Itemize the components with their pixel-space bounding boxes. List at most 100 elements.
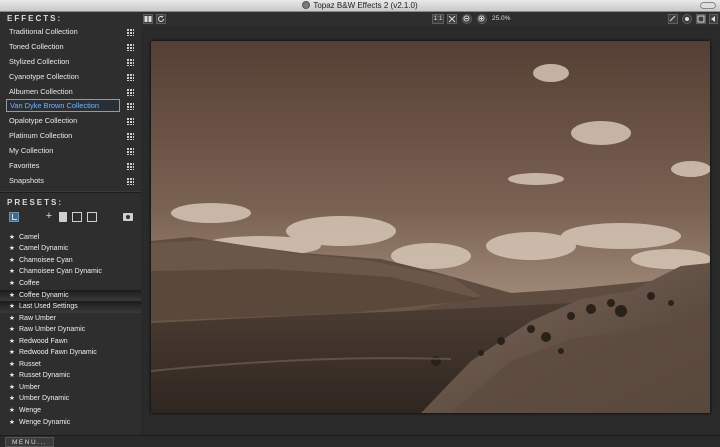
preset-item[interactable]: ★ Raw Umber Dynamic bbox=[0, 324, 141, 336]
preset-item[interactable]: ★ Camel bbox=[0, 232, 141, 244]
zoom-1to1-button[interactable]: 1:1 bbox=[432, 14, 444, 24]
effect-collection-item[interactable]: My Collection bbox=[0, 144, 141, 159]
effect-collection-item[interactable]: Stylized Collection bbox=[0, 55, 141, 70]
presets-toolbar: + bbox=[0, 209, 141, 229]
add-preset-icon[interactable]: + bbox=[44, 210, 54, 222]
favorite-star-icon[interactable]: ★ bbox=[9, 324, 16, 336]
preset-label: Chamoisee Cyan Dynamic bbox=[19, 268, 102, 276]
effect-collection-label: Toned Collection bbox=[9, 41, 64, 51]
preset-item[interactable]: ★ Coffee Dynamic bbox=[0, 289, 141, 302]
effects-header: EFFECTS: bbox=[7, 14, 63, 23]
effect-collection-item[interactable]: Cyanotype Collection bbox=[0, 70, 141, 85]
effect-collection-item[interactable]: Van Dyke Brown Collection bbox=[0, 99, 141, 114]
grid-view-icon[interactable] bbox=[127, 148, 134, 156]
favorite-star-icon[interactable]: ★ bbox=[9, 417, 16, 429]
favorite-star-icon[interactable]: ★ bbox=[9, 301, 16, 313]
left-panel: EFFECTS: Traditional Collection Toned Col… bbox=[0, 12, 141, 435]
favorite-star-icon[interactable]: ★ bbox=[9, 290, 16, 302]
grid-view-icon[interactable] bbox=[127, 163, 134, 171]
effect-collection-label: Van Dyke Brown Collection bbox=[6, 99, 120, 113]
favorite-star-icon[interactable]: ★ bbox=[9, 393, 16, 405]
refresh-icon[interactable] bbox=[156, 14, 166, 24]
grid-view-icon[interactable] bbox=[127, 88, 134, 96]
grid-view-icon[interactable] bbox=[127, 177, 134, 185]
preset-label: Last Used Settings bbox=[19, 303, 78, 311]
grid-view-icon[interactable] bbox=[127, 133, 134, 141]
favorite-star-icon[interactable]: ★ bbox=[9, 266, 16, 278]
preset-label: Camel bbox=[19, 233, 40, 241]
favorite-star-icon[interactable]: ★ bbox=[9, 347, 16, 359]
grid-view-icon[interactable] bbox=[127, 103, 134, 111]
preset-label: Umber Dynamic bbox=[19, 395, 70, 403]
effects-list: Traditional Collection Toned Collection St… bbox=[0, 25, 141, 189]
preset-label: Raw Umber Dynamic bbox=[19, 326, 86, 334]
image-toolbar: 1:1 25.0% bbox=[141, 12, 720, 26]
image-canvas[interactable] bbox=[141, 26, 720, 435]
effect-collection-item[interactable]: Traditional Collection bbox=[0, 25, 141, 40]
preset-item[interactable]: ★ Coffee bbox=[0, 278, 141, 290]
preset-item[interactable]: ★ Wenge bbox=[0, 405, 141, 417]
favorite-star-icon[interactable]: ★ bbox=[9, 336, 16, 348]
preset-label: Redwood Fawn bbox=[19, 337, 68, 345]
preview-image[interactable] bbox=[151, 41, 710, 413]
preset-label: Russet bbox=[19, 360, 41, 368]
preset-item[interactable]: ★ Redwood Fawn bbox=[0, 336, 141, 348]
preset-label: Coffee bbox=[19, 279, 40, 287]
preset-item[interactable]: ★ Russet Dynamic bbox=[0, 370, 141, 382]
favorite-star-icon[interactable]: ★ bbox=[9, 359, 16, 371]
zoom-tool-icon[interactable] bbox=[668, 14, 678, 24]
preset-item[interactable]: ★ Chamoisee Cyan Dynamic bbox=[0, 266, 141, 278]
effect-collection-item[interactable]: Albumen Collection bbox=[0, 85, 141, 100]
effect-collection-label: Snapshots bbox=[9, 175, 44, 185]
fit-to-window-icon[interactable] bbox=[447, 14, 457, 24]
preset-label: Wenge bbox=[19, 407, 42, 414]
export-file-icon[interactable] bbox=[87, 211, 97, 222]
preset-item[interactable]: ★ Wenge Dynamic bbox=[0, 417, 141, 429]
app-icon bbox=[302, 1, 311, 9]
zoom-in-icon[interactable] bbox=[477, 14, 487, 24]
import-preset-icon[interactable] bbox=[9, 211, 19, 222]
favorite-star-icon[interactable]: ★ bbox=[9, 232, 16, 244]
preview-toggle-icon[interactable] bbox=[696, 14, 706, 24]
effect-collection-item[interactable]: Favorites bbox=[0, 159, 141, 174]
effect-collection-item[interactable]: Opalotype Collection bbox=[0, 114, 141, 129]
grid-view-icon[interactable] bbox=[127, 29, 134, 36]
grid-view-icon[interactable] bbox=[127, 58, 134, 66]
preset-label: Camel Dynamic bbox=[19, 245, 69, 253]
preset-item[interactable]: ★ Redwood Fawn Dynamic bbox=[0, 347, 141, 359]
favorite-star-icon[interactable]: ★ bbox=[9, 278, 16, 290]
grid-view-icon[interactable] bbox=[127, 73, 134, 81]
zoom-out-icon[interactable] bbox=[462, 14, 472, 24]
snapshot-camera-icon[interactable] bbox=[123, 212, 133, 221]
close-panel-icon[interactable] bbox=[709, 14, 718, 24]
favorite-star-icon[interactable]: ★ bbox=[9, 255, 16, 267]
preset-item[interactable]: ★ Chamoisee Cyan bbox=[0, 255, 141, 267]
effect-collection-label: My Collection bbox=[9, 146, 54, 156]
toolbar-toggle-button[interactable] bbox=[700, 2, 716, 9]
preset-item[interactable]: ★ Umber bbox=[0, 382, 141, 394]
effect-collection-item[interactable]: Toned Collection bbox=[0, 40, 141, 55]
preset-item[interactable]: ★ Camel Dynamic bbox=[0, 243, 141, 255]
menu-button[interactable]: MENU... bbox=[5, 437, 55, 447]
favorite-star-icon[interactable]: ★ bbox=[9, 313, 16, 325]
effect-collection-label: Cyanotype Collection bbox=[9, 71, 79, 81]
import-file-icon[interactable] bbox=[72, 211, 82, 222]
delete-preset-icon[interactable] bbox=[59, 211, 67, 222]
navigator-icon[interactable] bbox=[682, 14, 692, 24]
preset-item[interactable]: ★ Umber Dynamic bbox=[0, 393, 141, 405]
favorite-star-icon[interactable]: ★ bbox=[9, 382, 16, 394]
preset-item[interactable]: ★ Russet bbox=[0, 359, 141, 371]
preset-item[interactable]: ★ Raw Umber bbox=[0, 313, 141, 325]
preset-item[interactable]: ★ Last Used Settings bbox=[0, 301, 141, 313]
favorite-star-icon[interactable]: ★ bbox=[9, 405, 16, 417]
favorite-star-icon[interactable]: ★ bbox=[9, 370, 16, 382]
preset-label: Umber bbox=[19, 383, 41, 391]
grid-view-icon[interactable] bbox=[127, 118, 134, 126]
panel-divider[interactable] bbox=[0, 190, 141, 193]
split-view-icon[interactable] bbox=[143, 14, 153, 24]
effect-collection-item[interactable]: Platinum Collection bbox=[0, 129, 141, 144]
effect-collection-item[interactable]: Snapshots bbox=[0, 174, 141, 189]
grid-view-icon[interactable] bbox=[127, 43, 134, 51]
effect-collection-label: Albumen Collection bbox=[9, 86, 73, 96]
favorite-star-icon[interactable]: ★ bbox=[9, 243, 16, 255]
